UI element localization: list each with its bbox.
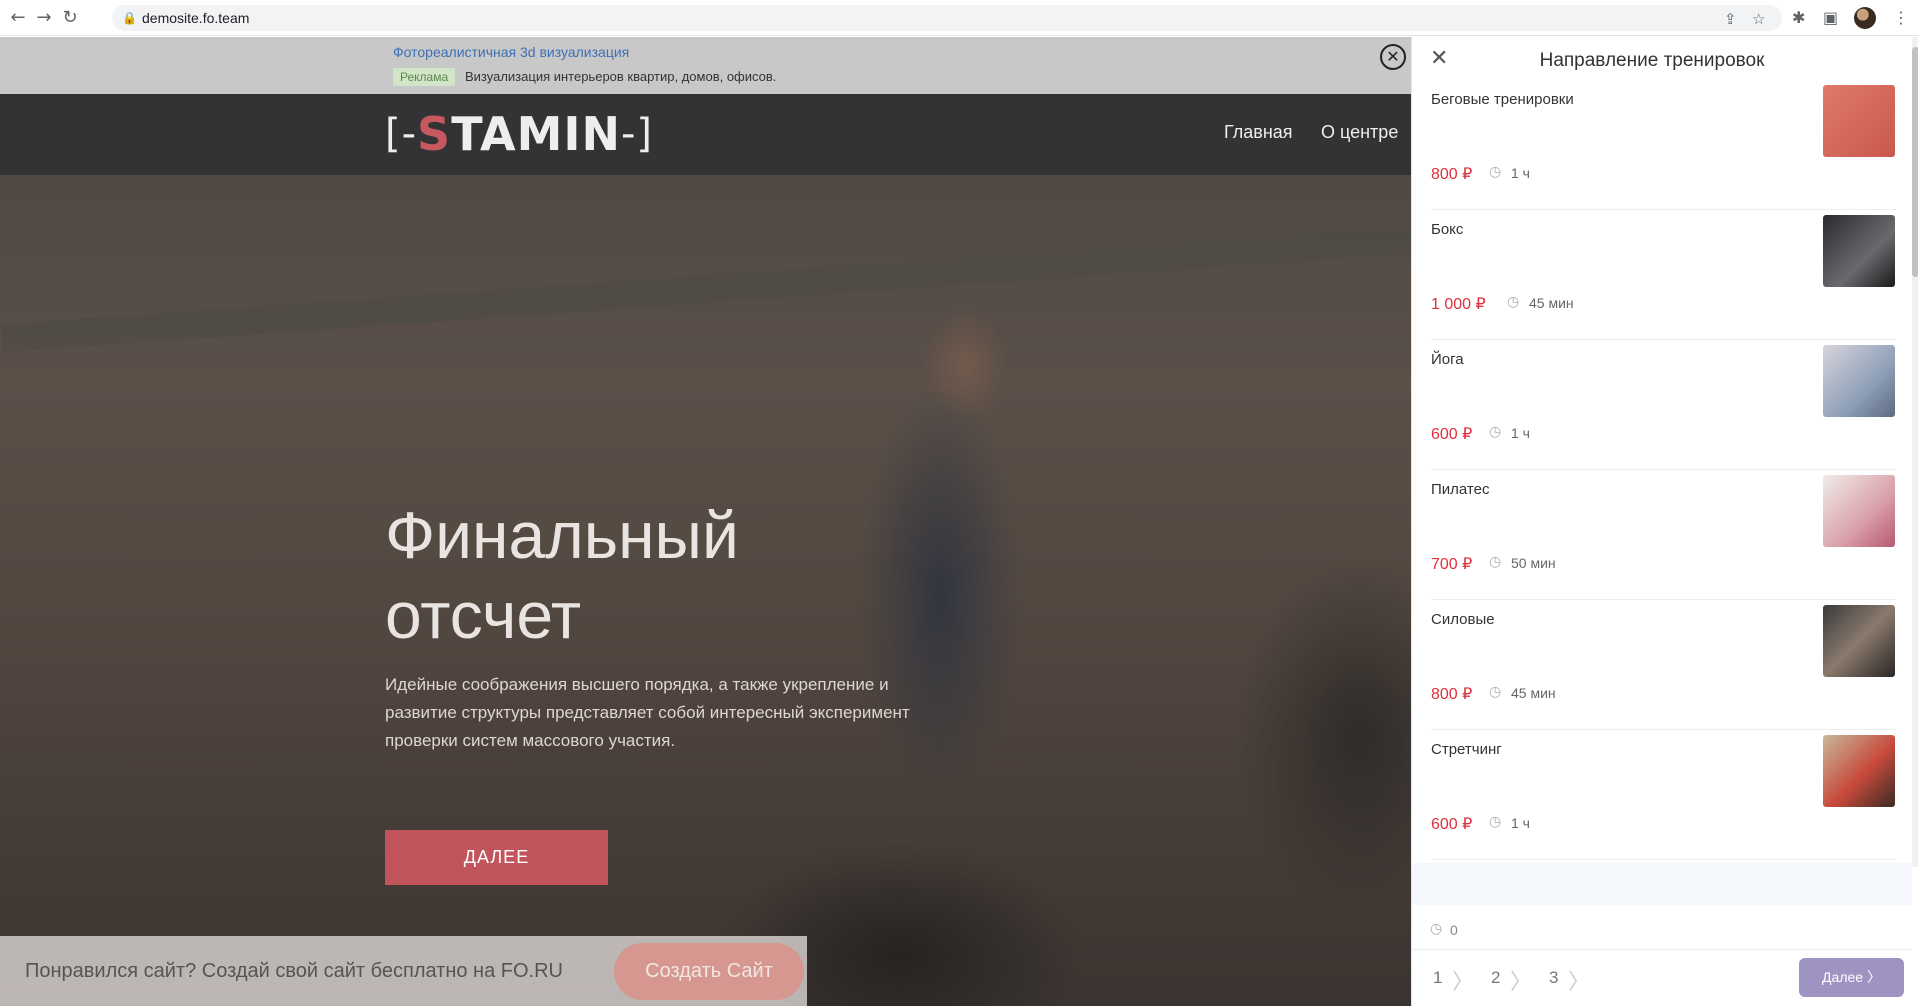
clock-icon: ◷ [1489,424,1502,440]
url-text[interactable]: demosite.fo.team [142,10,249,26]
next-button[interactable]: Далее 〉 [1799,958,1904,997]
empty-band [1412,863,1912,905]
panel-title: Направление тренировок [1539,50,1765,71]
forward-icon[interactable]: → [34,8,54,28]
back-icon[interactable]: ← [8,8,28,28]
booking-panel: ✕ Направление тренировок Беговые трениро… [1411,37,1918,1006]
service-duration: 50 мин [1511,555,1556,571]
service-name: Бокс [1431,221,1464,238]
service-price: 1 000 ₽ [1431,296,1486,313]
logo-letter-s: S [417,107,452,161]
reload-icon[interactable]: ↻ [60,8,80,28]
service-name: Стретчинг [1431,741,1502,758]
address-bar[interactable]: 🔒 demosite.fo.team ⇪ ☆ [112,5,1782,31]
side-panel-icon[interactable]: ▣ [1823,8,1838,27]
service-item[interactable]: Силовые 800 ₽ ◷ 45 мин [1431,600,1896,730]
service-duration: 45 мин [1529,295,1574,311]
service-item[interactable]: Стретчинг 600 ₽ ◷ 1 ч [1431,730,1896,860]
service-image [1823,605,1895,677]
clock-icon: ◷ [1489,554,1502,570]
clock-icon: ◷ [1507,294,1520,310]
chevron-right-icon: 〉 [1452,970,1475,995]
step-1[interactable]: 1 [1433,968,1442,988]
website: Фотореалистичная 3d визуализация Реклама… [0,37,1411,1006]
chevron-right-icon: 〉 [1510,970,1533,995]
service-price: 800 ₽ [1431,166,1473,183]
service-duration: 1 ч [1511,815,1530,831]
hero-title-line: Финальный [385,498,739,572]
share-icon[interactable]: ⇪ [1724,10,1737,28]
step-2[interactable]: 2 [1491,968,1500,988]
site-logo[interactable]: [- S TAMIN -] [385,107,654,161]
service-price: 800 ₽ [1431,686,1473,703]
clock-icon: ◷ [1489,684,1502,700]
ad-banner[interactable]: Фотореалистичная 3d визуализация Реклама… [0,37,1411,94]
create-site-button[interactable]: Создать Сайт [614,943,804,1000]
site-header: [- S TAMIN -] Главная О центре [0,94,1411,175]
service-image [1823,85,1895,157]
profile-avatar[interactable] [1854,7,1876,29]
promo-text: Понравился сайт? Создай свой сайт беспла… [25,960,563,982]
service-name: Йога [1431,351,1464,368]
clock-icon: ◷ [1489,164,1502,180]
logo-text: TAMIN [451,107,621,161]
service-image [1823,215,1895,287]
service-duration: 45 мин [1511,685,1556,701]
service-name: Пилатес [1431,481,1490,498]
scrollbar-thumb[interactable] [1912,47,1918,277]
service-duration: 1 ч [1511,425,1530,441]
service-image [1823,345,1895,417]
service-price: 700 ₽ [1431,556,1473,573]
hero-section: Финальный отсчет Идейные соображения выс… [0,175,1411,1006]
service-item[interactable]: Йога 600 ₽ ◷ 1 ч [1431,340,1896,470]
service-image [1823,475,1895,547]
service-name: Силовые [1431,611,1495,628]
hero-text: Идейные соображения высшего порядка, а т… [385,675,910,750]
service-item[interactable]: Пилатес 700 ₽ ◷ 50 мин [1431,470,1896,600]
extensions-icon[interactable]: ✱ [1792,8,1805,27]
ad-title[interactable]: Фотореалистичная 3d визуализация [393,44,629,60]
dumbbell-right-icon: -] [620,111,654,157]
hero-next-button[interactable]: ДАЛЕЕ [385,830,608,885]
chevron-right-icon: 〉 [1568,970,1591,995]
browser-toolbar: ← → ↻ 🔒 demosite.fo.team ⇪ ☆ ✱ ▣ ⋮ [0,0,1918,36]
service-price: 600 ₽ [1431,816,1473,833]
hero-title-line: отсчет [385,578,582,652]
service-duration: 1 ч [1511,165,1530,181]
service-name: Беговые тренировки [1431,91,1574,108]
total-duration: 0 [1450,922,1458,938]
clock-icon: ◷ [1430,921,1443,937]
step-3[interactable]: 3 [1549,968,1558,988]
divider [1412,949,1912,950]
service-item[interactable]: Бокс 1 000 ₽ ◷ 45 мин [1431,210,1896,340]
service-price: 600 ₽ [1431,426,1473,443]
hero-title: Финальный отсчет [385,495,985,655]
ad-description: Визуализация интерьеров квартир, домов, … [465,69,777,84]
browser-menu-icon[interactable]: ⋮ [1893,8,1909,27]
close-icon[interactable]: ✕ [1380,44,1406,70]
service-item[interactable]: Беговые тренировки 800 ₽ ◷ 1 ч [1431,80,1896,210]
dumbbell-left-icon: [- [385,111,418,157]
promo-bar: Понравился сайт? Создай свой сайт беспла… [0,936,807,1006]
lock-icon[interactable]: 🔒 [122,11,137,25]
nav-item-about[interactable]: О центре [1321,122,1398,143]
clock-icon: ◷ [1489,814,1502,830]
ad-badge: Реклама [393,68,456,86]
service-image [1823,735,1895,807]
star-icon[interactable]: ☆ [1752,10,1765,28]
nav-item-home[interactable]: Главная [1224,122,1293,143]
